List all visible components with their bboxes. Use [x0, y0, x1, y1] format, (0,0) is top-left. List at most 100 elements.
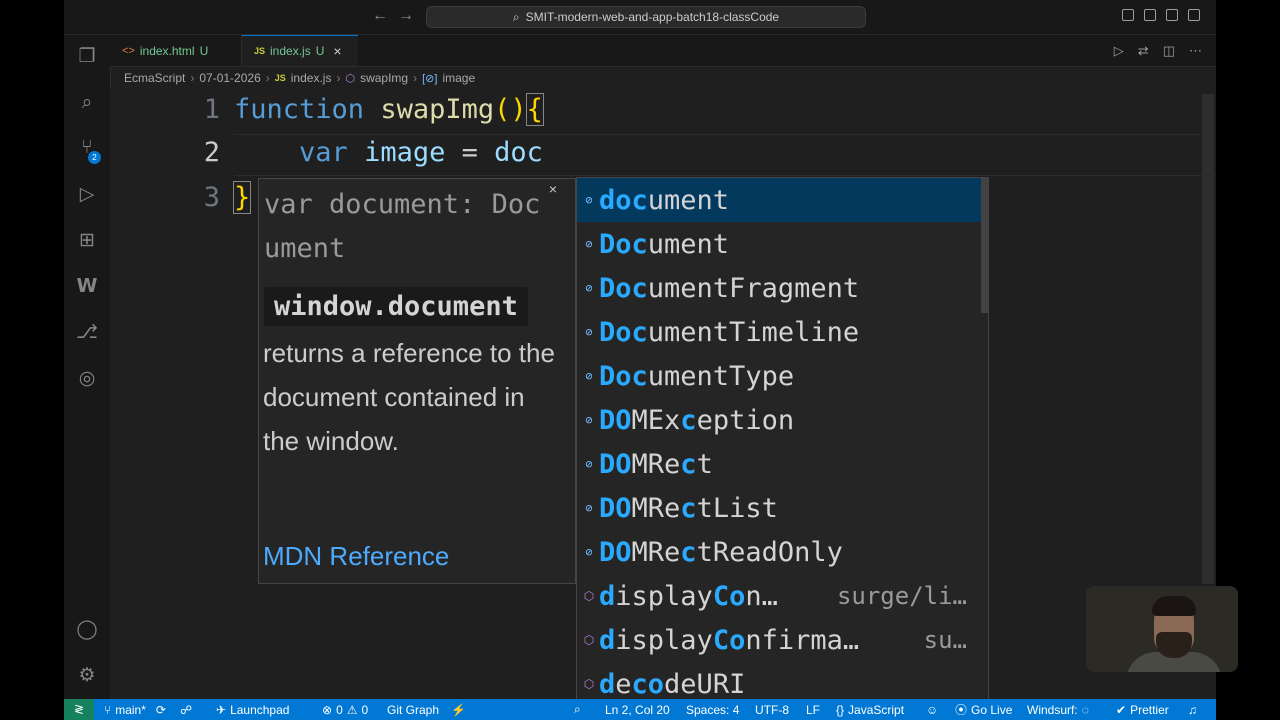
sync-icon[interactable]: ⟳	[156, 703, 166, 717]
suggestion-label: DOMRect	[599, 448, 713, 480]
problems-item[interactable]: ⊗ 0 ⚠ 0	[322, 699, 368, 720]
editor-tabs: <> index.html U JS index.js U ×	[110, 35, 1216, 67]
suggestion-item[interactable]: ⊘ DOMRect	[577, 442, 981, 486]
suggestion-label: DocumentFragment	[599, 272, 860, 304]
suggestion-item[interactable]: ⊘ DOMRectReadOnly	[577, 530, 981, 574]
suggestion-label: displayCon…	[599, 580, 778, 612]
extensions-icon[interactable]: ⊞	[75, 229, 99, 253]
suggestion-item[interactable]: ⬡ displayConfirma… su…	[577, 618, 981, 662]
warning-icon: ⚠	[346, 702, 358, 717]
eol-label: LF	[806, 702, 821, 717]
suggestion-item[interactable]: ⬡ decodeURI	[577, 662, 981, 700]
zoom-item[interactable]: ⌕	[574, 699, 581, 720]
notifications-item[interactable]: ♫	[1188, 699, 1197, 720]
zoom-icon: ⌕	[574, 702, 581, 716]
suggestion-item[interactable]: ⊘ document	[577, 178, 981, 222]
toggle-primary-sidebar-icon[interactable]	[1144, 9, 1156, 21]
line-number: 2	[203, 137, 220, 168]
go-live-item[interactable]: ⦿ Go Live	[955, 699, 1012, 720]
toggle-secondary-sidebar-icon[interactable]	[1188, 9, 1200, 21]
copilot-item[interactable]: ☺	[926, 699, 938, 720]
git-branch-icon: ⑂	[104, 702, 112, 717]
remote-explorer-icon[interactable]: ◎	[75, 367, 99, 391]
suggestion-item[interactable]: ⊘ DocumentType	[577, 354, 981, 398]
arrow-right-icon[interactable]: →	[398, 7, 414, 25]
suggestion-item[interactable]: ⬡ displayCon… surge/li…	[577, 574, 981, 618]
end-of-line[interactable]: LF	[806, 699, 820, 720]
variable-symbol-icon: [⊘]	[422, 72, 438, 85]
suggestion-label: DOMRectReadOnly	[599, 536, 843, 568]
git-graph-icon[interactable]: ⎇	[75, 321, 99, 345]
broadcast-icon: ⦿	[955, 703, 968, 717]
tab-index-html[interactable]: <> index.html U	[110, 35, 242, 66]
split-editor-icon[interactable]: ◫	[1163, 43, 1175, 59]
launchpad-item[interactable]: ✈ Launchpad	[216, 699, 289, 720]
editor-scrollbar[interactable]	[1202, 94, 1214, 584]
paren-token: ()	[494, 94, 527, 125]
windsurf-item[interactable]: Windsurf: ◌	[1027, 699, 1089, 720]
loading-icon: ◌	[1081, 702, 1089, 717]
launchpad-label: Launchpad	[230, 702, 290, 717]
remote-indicator-icon[interactable]: ≷	[64, 699, 94, 720]
explorer-icon[interactable]: ❐	[75, 45, 99, 69]
encoding[interactable]: UTF-8	[755, 699, 789, 720]
encoding-label: UTF-8	[755, 702, 789, 717]
variable-icon: ⊘	[585, 545, 593, 559]
prettier-item[interactable]: ✔ Prettier	[1116, 699, 1169, 720]
suggestion-item[interactable]: ⊘ DOMException	[577, 398, 981, 442]
command-center-search[interactable]: ⌕ SMIT-modern-web-and-app-batch18-classC…	[426, 6, 866, 28]
suggestion-item[interactable]: ⊘ DocumentTimeline	[577, 310, 981, 354]
language-mode[interactable]: {} JavaScript	[836, 699, 904, 720]
run-debug-icon[interactable]: ▷	[75, 183, 99, 207]
braces-icon: {}	[836, 702, 845, 717]
close-icon[interactable]: ×	[333, 43, 341, 59]
line-number: 1	[203, 94, 220, 125]
account-icon[interactable]: ◯	[75, 618, 99, 642]
breadcrumb-item[interactable]: index.js	[291, 71, 332, 85]
arrow-left-icon[interactable]: ←	[372, 7, 388, 25]
tab-index-js[interactable]: JS index.js U ×	[242, 35, 358, 66]
search-icon[interactable]: ⌕	[75, 91, 99, 115]
variable-icon: ⊘	[585, 413, 593, 427]
untracked-badge: U	[199, 43, 209, 58]
variable-icon: ⊘	[585, 237, 593, 251]
close-icon[interactable]: ×	[549, 181, 557, 197]
warning-count: 0	[361, 702, 369, 717]
suggest-scrollbar[interactable]	[981, 178, 988, 313]
settings-gear-icon[interactable]: ⚙	[75, 664, 99, 688]
suggestion-item[interactable]: ⊘ Document	[577, 222, 981, 266]
toggle-panel-icon[interactable]	[1166, 9, 1178, 21]
hover-description: returns a reference to the document cont…	[263, 338, 555, 456]
rocket-icon: ✈	[216, 702, 227, 717]
breadcrumb-item[interactable]: image	[442, 71, 475, 85]
windsurf-label: Windsurf:	[1027, 702, 1078, 717]
method-icon: ⬡	[583, 677, 595, 691]
suggestion-label: DOMException	[599, 404, 795, 436]
tab-label: index.html	[139, 43, 195, 58]
code-line-1: function swapImg(){	[234, 93, 544, 126]
title-bar: ← → ⌕ SMIT-modern-web-and-app-batch18-cl…	[64, 0, 1216, 35]
publish-icon[interactable]: ☍	[180, 703, 192, 717]
cursor-position[interactable]: Ln 2, Col 20	[605, 699, 670, 720]
windsurf-icon[interactable]: 𝗪	[75, 275, 99, 299]
chevron-right-icon: ›	[265, 71, 270, 85]
git-graph-item[interactable]: Git Graph ⚡	[387, 699, 466, 720]
suggestion-item[interactable]: ⊘ DOMRectList	[577, 486, 981, 530]
suggestion-item[interactable]: ⊘ DocumentFragment	[577, 266, 981, 310]
branch-item[interactable]: ⑂ main* ⟳ ☍	[104, 699, 192, 720]
breadcrumb-item[interactable]: 07-01-2026	[199, 71, 260, 85]
breadcrumb-item[interactable]: EcmaScript	[124, 71, 185, 85]
variable-icon: ⊘	[585, 281, 593, 295]
run-file-icon[interactable]: ▷	[1114, 43, 1124, 59]
layout-customize-icon[interactable]	[1122, 9, 1134, 21]
lightning-icon[interactable]: ⚡	[451, 703, 466, 717]
breadcrumb-item[interactable]: swapImg	[360, 71, 408, 85]
function-symbol-icon: ⬡	[345, 72, 356, 85]
compare-changes-icon[interactable]: ⇄	[1138, 43, 1149, 59]
suggestion-detail: su…	[923, 626, 967, 654]
more-actions-icon[interactable]: ⋯	[1189, 43, 1202, 59]
indentation[interactable]: Spaces: 4	[686, 699, 739, 720]
spaces-label: Spaces: 4	[686, 702, 740, 717]
mdn-reference-link[interactable]: MDN Reference	[263, 541, 449, 572]
chevron-right-icon: ›	[190, 71, 195, 85]
